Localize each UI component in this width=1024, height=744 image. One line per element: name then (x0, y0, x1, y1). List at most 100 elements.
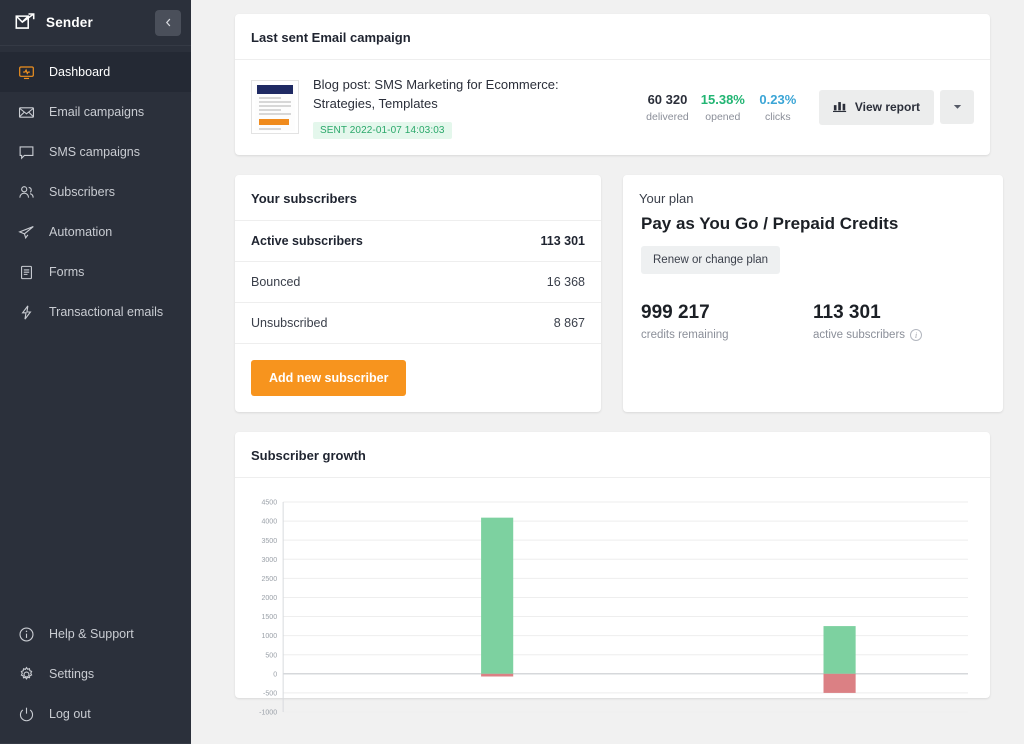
bolt-icon (18, 304, 35, 321)
sidebar-brand: Sender (0, 0, 191, 46)
chart-bar-positive (824, 626, 856, 674)
plan-metric-credits: 999 217 credits remaining (641, 302, 813, 341)
campaign-stats: 60 320 delivered 15.38% opened 0.23% cli… (640, 90, 974, 125)
campaign-name[interactable]: Blog post: SMS Marketing for Ecommerce: … (313, 76, 623, 114)
sidebar-item-subscribers[interactable]: Subscribers (0, 172, 191, 212)
subscribers-row-active: Active subscribers 113 301 (235, 221, 601, 262)
chat-bubble-icon (18, 144, 35, 161)
subscriber-growth-card: Subscriber growth 4500 4000 3500 3000 2500 20… (235, 432, 990, 698)
chart-y-tick-label: 2000 (262, 595, 278, 602)
metric-value: 999 217 (641, 302, 813, 324)
row-label: Unsubscribed (251, 316, 327, 330)
sidebar-item-email-campaigns[interactable]: Email campaigns (0, 92, 191, 132)
app-root: Sender Dashboard (0, 0, 1024, 744)
sidebar-item-label: Settings (49, 667, 94, 681)
chart-y-tick-label: 4500 (262, 499, 278, 506)
envelope-icon (18, 104, 35, 121)
chevron-left-icon (163, 17, 174, 28)
subscribers-row-bounced: Bounced 16 368 (235, 262, 601, 303)
sidebar-collapse-button[interactable] (155, 10, 181, 36)
stat-value: 15.38% (701, 92, 745, 109)
view-report-button[interactable]: View report (819, 90, 934, 125)
status-badge: SENT 2022-01-07 14:03:03 (313, 122, 452, 139)
sidebar-item-dashboard[interactable]: Dashboard (0, 52, 191, 92)
sidebar-item-label: SMS campaigns (49, 145, 140, 159)
chart-y-tick-label: 4000 (262, 518, 278, 525)
chart-y-tick-label: 0 (273, 671, 277, 678)
clipboard-icon (18, 264, 35, 281)
stat-delivered: 60 320 delivered (640, 92, 695, 123)
plan-card-title: Your plan (623, 175, 1003, 214)
campaign-actions-dropdown-button[interactable] (940, 90, 974, 124)
subscribers-row-unsubscribed: Unsubscribed 8 867 (235, 303, 601, 344)
info-circle-icon (18, 626, 35, 643)
growth-card-title: Subscriber growth (235, 432, 990, 478)
plan-name: Pay as You Go / Prepaid Credits (641, 214, 985, 234)
renew-or-change-plan-button[interactable]: Renew or change plan (641, 246, 780, 274)
your-plan-card: Your plan Pay as You Go / Prepaid Credit… (623, 175, 1003, 412)
chart-bar-negative (824, 674, 856, 693)
row-label: Bounced (251, 275, 300, 289)
sidebar-item-sms-campaigns[interactable]: SMS campaigns (0, 132, 191, 172)
stat-value: 0.23% (757, 92, 799, 109)
sidebar-item-help-support[interactable]: Help & Support (0, 614, 191, 654)
sender-logo-icon (14, 12, 36, 34)
chart-y-tick-label: -1000 (259, 709, 277, 715)
sidebar-item-label: Subscribers (49, 185, 115, 199)
campaign-thumbnail (251, 80, 299, 134)
growth-chart-body: 4500 4000 3500 3000 2500 2000 1500 1000 500 0 -500… (235, 478, 990, 698)
power-icon (18, 706, 35, 723)
sidebar-item-label: Automation (49, 225, 112, 239)
chart-y-tick-label: 3500 (262, 537, 278, 544)
chart-y-tick-label: 2500 (262, 576, 278, 583)
chart-y-tick-label: -500 (263, 690, 277, 697)
subscribers-card-footer: Add new subscriber (235, 344, 601, 412)
metric-label-wrap: active subscribers i (813, 329, 985, 341)
plan-metric-active-subscribers: 113 301 active subscribers i (813, 302, 985, 341)
sidebar-item-transactional-emails[interactable]: Transactional emails (0, 292, 191, 332)
sidebar-item-label: Dashboard (49, 65, 110, 79)
stat-opened: 15.38% opened (695, 92, 751, 123)
chart-y-tick-label: 3000 (262, 557, 278, 564)
middle-row: Your subscribers Active subscribers 113 … (235, 175, 990, 432)
caret-down-icon (952, 101, 963, 114)
stat-label: clicks (757, 111, 799, 123)
sidebar-item-label: Email campaigns (49, 105, 144, 119)
users-icon (18, 184, 35, 201)
gear-icon (18, 666, 35, 683)
add-new-subscriber-button[interactable]: Add new subscriber (251, 360, 406, 396)
row-value: 113 301 (541, 234, 586, 248)
chart-y-tick-label: 1500 (262, 614, 278, 621)
paper-plane-icon (18, 224, 35, 241)
sidebar-item-label: Help & Support (49, 627, 134, 641)
your-subscribers-card: Your subscribers Active subscribers 113 … (235, 175, 601, 412)
stat-clicks: 0.23% clicks (751, 92, 805, 123)
sidebar-item-settings[interactable]: Settings (0, 654, 191, 694)
info-circle-icon[interactable]: i (910, 329, 922, 341)
stat-label: delivered (646, 111, 689, 123)
campaign-info: Blog post: SMS Marketing for Ecommerce: … (313, 76, 626, 139)
sidebar-item-log-out[interactable]: Log out (0, 694, 191, 734)
stat-label: opened (701, 111, 745, 123)
campaign-card-title: Last sent Email campaign (235, 14, 990, 60)
last-sent-campaign-card: Last sent Email campaign Blo (235, 14, 990, 155)
metric-value: 113 301 (813, 302, 985, 324)
chart-bar-positive (481, 517, 513, 673)
stat-value: 60 320 (646, 92, 689, 109)
chart-bar-negative (481, 674, 513, 677)
dashboard-icon (18, 64, 35, 81)
sidebar-nav: Dashboard Email campaigns (0, 46, 191, 332)
plan-body: Pay as You Go / Prepaid Credits Renew or… (623, 214, 1003, 359)
view-report-label: View report (855, 100, 920, 114)
row-label: Active subscribers (251, 234, 363, 248)
sidebar-item-label: Log out (49, 707, 91, 721)
sidebar-item-automation[interactable]: Automation (0, 212, 191, 252)
chart-y-tick-label: 500 (265, 652, 277, 659)
sidebar: Sender Dashboard (0, 0, 191, 744)
chart-y-tick-label: 1000 (262, 633, 278, 640)
sidebar-item-forms[interactable]: Forms (0, 252, 191, 292)
subscriber-growth-chart: 4500 4000 3500 3000 2500 2000 1500 1000 500 0 -500… (249, 496, 972, 716)
plan-metrics: 999 217 credits remaining 113 301 active… (641, 302, 985, 341)
main-content: Last sent Email campaign Blo (191, 0, 1024, 744)
sidebar-item-label: Transactional emails (49, 305, 163, 319)
